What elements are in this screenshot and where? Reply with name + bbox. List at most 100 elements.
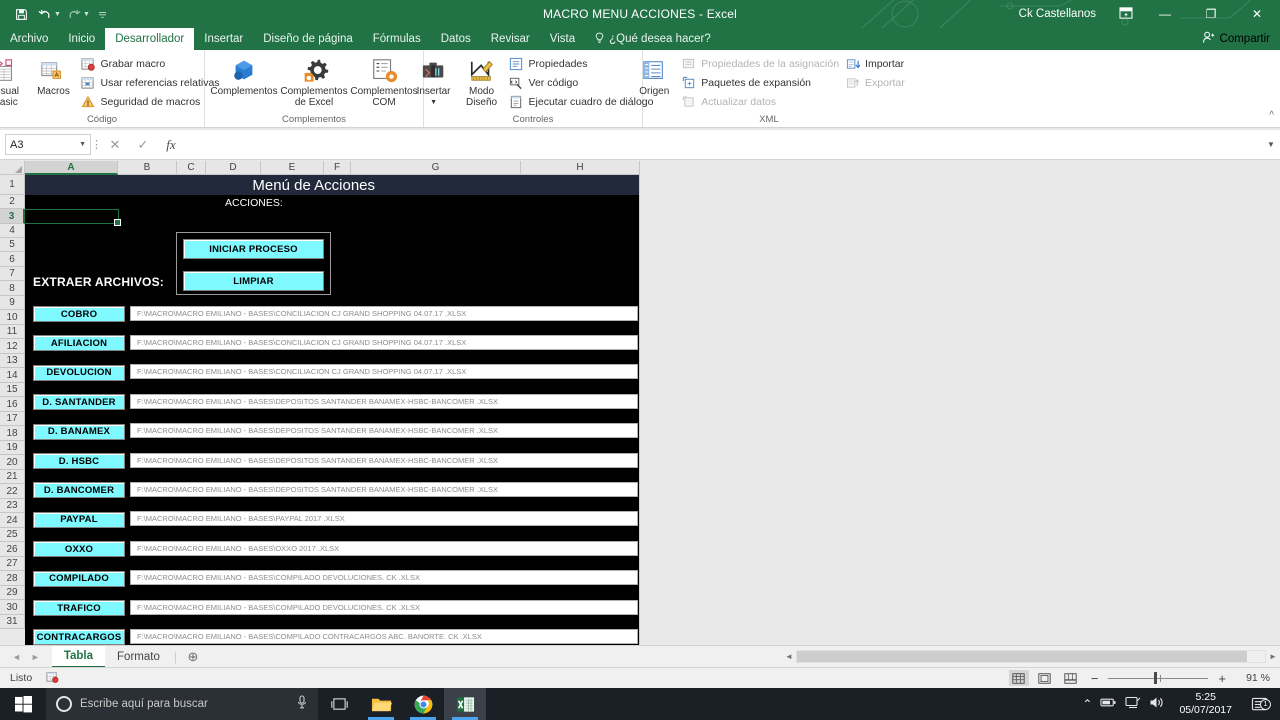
path-field-11[interactable]: F:\MACRO\MACRO EMILIANO - BASES\COMPILAD… — [130, 628, 638, 644]
modo-diseno-button[interactable]: Modo Diseño — [458, 52, 506, 108]
zoom-level-label[interactable]: 91 % — [1236, 672, 1270, 684]
network-icon[interactable] — [1125, 696, 1141, 712]
path-field-9[interactable]: F:\MACRO\MACRO EMILIANO - BASES\COMPILAD… — [130, 570, 638, 586]
paquetes-de-expansion-button[interactable]: Paquetes de expansión — [678, 74, 842, 91]
name-box[interactable]: A3 ▼ — [5, 134, 91, 155]
importar-button[interactable]: Importar — [842, 55, 908, 72]
row-header-12[interactable]: 12 — [0, 339, 25, 354]
row-header-16[interactable]: 16 — [0, 397, 25, 412]
column-headers[interactable]: A B C D E F G H — [0, 161, 640, 175]
hscroll-thumb[interactable] — [797, 651, 1247, 662]
visual-basic-button[interactable]: Visual Basic — [0, 52, 29, 108]
sheet-tab-formato[interactable]: Formato — [105, 646, 172, 668]
task-view-icon[interactable] — [318, 688, 360, 720]
path-field-5[interactable]: F:\MACRO\MACRO EMILIANO - BASES\DEPOSITO… — [130, 452, 638, 468]
row-header-21[interactable]: 21 — [0, 470, 25, 484]
row-header-23[interactable]: 23 — [0, 499, 25, 513]
cancel-icon[interactable]: ✕ — [101, 137, 129, 153]
search-input[interactable]: Escribe aquí para buscar — [46, 688, 318, 720]
column-header-d[interactable]: D — [206, 161, 261, 175]
row-header-4[interactable]: 4 — [0, 224, 25, 238]
extract-button-devolucion[interactable]: DEVOLUCION — [33, 364, 125, 381]
row-header-7[interactable]: 7 — [0, 267, 25, 281]
extract-button-d-santander[interactable]: D. SANTANDER — [33, 394, 125, 411]
share-button[interactable]: Compartir — [1202, 28, 1280, 50]
record-macro-status-icon[interactable] — [46, 671, 59, 686]
path-field-4[interactable]: F:\MACRO\MACRO EMILIANO - BASES\DEPOSITO… — [130, 423, 638, 439]
iniciar-proceso-button[interactable]: INICIAR PROCESO — [183, 239, 324, 259]
page-layout-view-icon[interactable] — [1035, 670, 1055, 686]
row-header-29[interactable]: 29 — [0, 586, 25, 600]
complementos-de-excel-button[interactable]: Complementos de Excel — [279, 52, 349, 108]
extract-button-compilado[interactable]: COMPILADO — [33, 570, 125, 587]
row-header-20[interactable]: 20 — [0, 455, 25, 470]
grabar-macro-button[interactable]: Grabar macro — [77, 55, 222, 72]
windows-start-icon[interactable] — [0, 688, 46, 720]
row-header-6[interactable]: 6 — [0, 252, 25, 267]
row-header-31[interactable]: 31 — [0, 615, 25, 629]
taskbar-clock[interactable]: 5:25 05/07/2017 — [1173, 691, 1238, 717]
page-break-view-icon[interactable] — [1061, 670, 1081, 686]
path-field-6[interactable]: F:\MACRO\MACRO EMILIANO - BASES\DEPOSITO… — [130, 481, 638, 497]
ribbon-display-options-icon[interactable] — [1110, 6, 1142, 22]
taskbar[interactable]: Escribe aquí para buscar ⌃ 5:25 05/07/20… — [0, 688, 1280, 720]
expand-formula-bar-icon[interactable]: ▼ — [1262, 140, 1280, 149]
column-header-g[interactable]: G — [351, 161, 521, 175]
row-header-18[interactable]: 18 — [0, 426, 25, 441]
extract-button-d-bancomer[interactable]: D. BANCOMER — [33, 482, 125, 499]
zoom-slider-thumb[interactable] — [1154, 672, 1158, 684]
tab-formulas[interactable]: Fórmulas — [363, 28, 431, 50]
minimize-button[interactable]: — — [1142, 0, 1188, 28]
column-header-e[interactable]: E — [261, 161, 324, 175]
normal-view-icon[interactable] — [1008, 670, 1029, 686]
column-header-f[interactable]: F — [324, 161, 351, 175]
exportar-button[interactable]: Exportar — [842, 74, 908, 91]
sheet-tab-tabla[interactable]: Tabla — [51, 645, 106, 668]
row-header-8[interactable]: 8 — [0, 281, 25, 296]
path-field-0[interactable]: F:\MACRO\MACRO EMILIANO - BASES\CONCILIA… — [130, 305, 638, 321]
extract-button-d-banamex[interactable]: D. BANAMEX — [33, 423, 125, 440]
tab-revisar[interactable]: Revisar — [481, 28, 540, 50]
row-header-19[interactable]: 19 — [0, 441, 25, 455]
extract-button-afiliacion[interactable]: AFILIACION — [33, 335, 125, 352]
column-header-h[interactable]: H — [521, 161, 640, 175]
complementos-button[interactable]: Complementos — [209, 52, 279, 97]
next-sheet-icon[interactable]: ► — [31, 652, 40, 662]
origen-button[interactable]: Origen — [630, 52, 678, 97]
spreadsheet-grid[interactable]: A B C D E F G H 1 2 3 4 5 6 7 8 9 10 11 12 13 14 15 16 1… — [0, 161, 1280, 645]
tab-vista[interactable]: Vista — [540, 28, 585, 50]
row-header-3[interactable]: 3 — [0, 209, 25, 224]
horizontal-scrollbar[interactable]: ◄ ► — [782, 650, 1280, 663]
file-explorer-icon[interactable] — [360, 688, 402, 720]
collapse-ribbon-button[interactable]: ^ — [1269, 110, 1274, 121]
insert-function-icon[interactable]: fx — [157, 137, 185, 153]
row-header-26[interactable]: 26 — [0, 542, 25, 557]
row-header-15[interactable]: 15 — [0, 383, 25, 397]
close-button[interactable]: ✕ — [1234, 0, 1280, 28]
volume-icon[interactable] — [1149, 696, 1165, 712]
row-header-24[interactable]: 24 — [0, 513, 25, 528]
row-header-10[interactable]: 10 — [0, 310, 25, 325]
row-header-13[interactable]: 13 — [0, 354, 25, 368]
chrome-icon[interactable] — [402, 688, 444, 720]
tab-desarrollador[interactable]: Desarrollador — [105, 28, 195, 50]
path-field-3[interactable]: F:\MACRO\MACRO EMILIANO - BASES\DEPOSITO… — [130, 393, 638, 409]
scroll-right-icon[interactable]: ► — [1266, 652, 1280, 661]
tab-diseno-de-pagina[interactable]: Diseño de página — [253, 28, 363, 50]
extract-button-oxxo[interactable]: OXXO — [33, 541, 125, 558]
row-header-28[interactable]: 28 — [0, 571, 25, 586]
propiedades-de-la-asignacion-button[interactable]: Propiedades de la asignación — [678, 55, 842, 72]
row-header-1[interactable]: 1 — [0, 175, 25, 195]
extract-button-d-hsbc[interactable]: D. HSBC — [33, 453, 125, 469]
path-field-10[interactable]: F:\MACRO\MACRO EMILIANO - BASES\COMPILAD… — [130, 599, 638, 615]
sheet-canvas[interactable]: Menú de Acciones ACCIONES: EXTRAER ARCHI… — [24, 175, 1280, 645]
hscroll-track[interactable] — [796, 650, 1266, 663]
extract-button-paypal[interactable]: PAYPAL — [33, 511, 125, 528]
add-sheet-button[interactable]: ⊕ — [179, 649, 207, 665]
row-header-11[interactable]: 11 — [0, 325, 25, 339]
complementos-com-button[interactable]: Complementos COM — [349, 52, 419, 108]
column-header-a[interactable]: A — [25, 161, 118, 175]
name-box-dropdown-icon[interactable]: ▼ — [79, 141, 86, 148]
system-tray[interactable]: ⌃ 5:25 05/07/2017 1 — [1082, 691, 1280, 717]
restore-button[interactable]: ❐ — [1188, 0, 1234, 28]
